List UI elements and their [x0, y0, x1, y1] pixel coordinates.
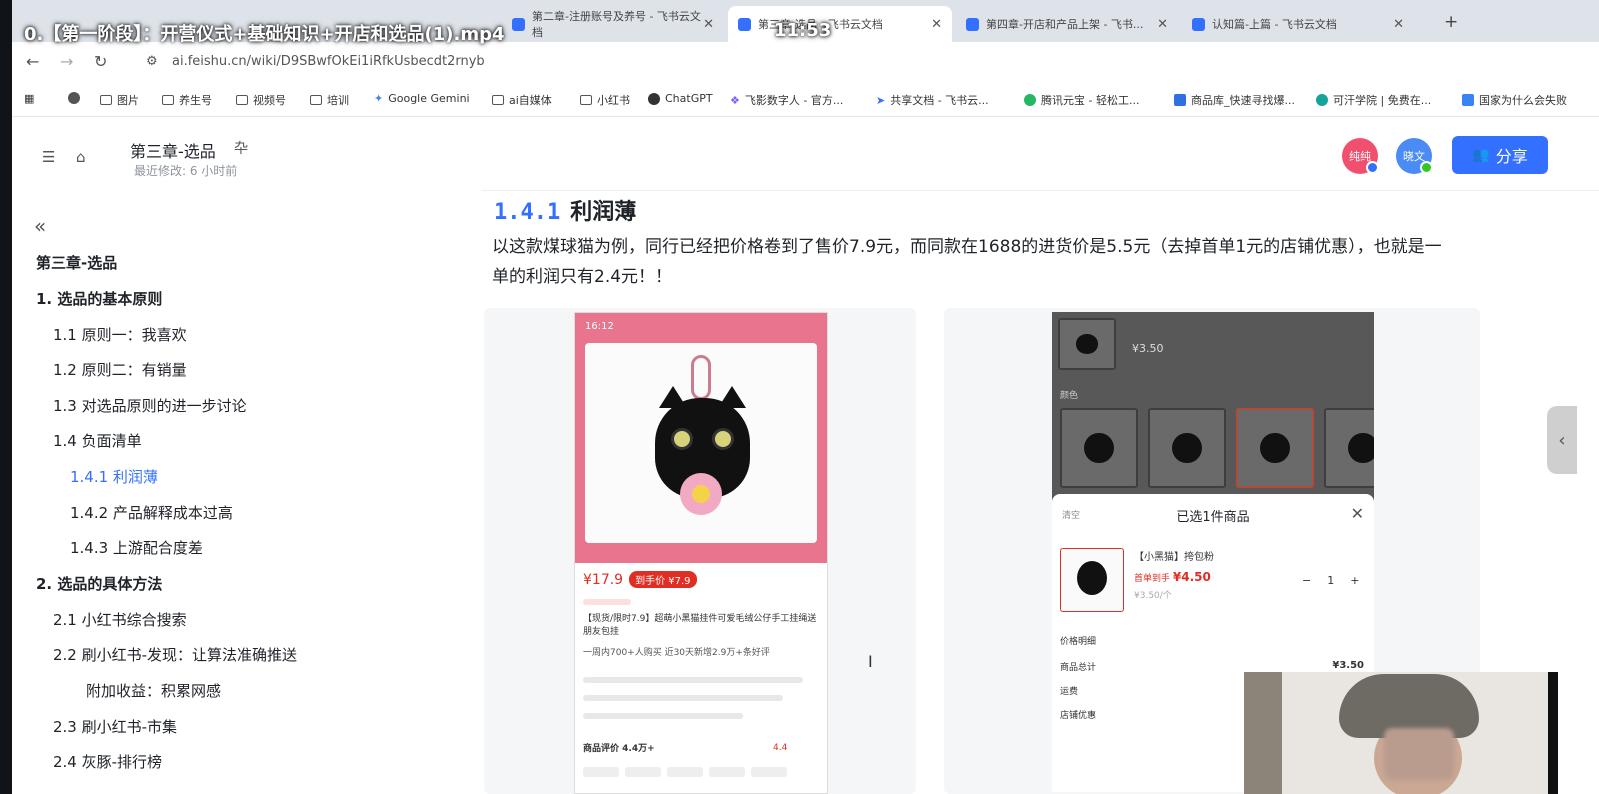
bookmark-link[interactable]: 商品库_快速寻找爆... [1174, 92, 1295, 108]
close-icon[interactable]: ✕ [703, 17, 714, 32]
folder-icon [236, 95, 248, 105]
toc-item[interactable]: 附加收益：积累网感 [86, 680, 221, 701]
feishu-doc-icon [1192, 17, 1205, 31]
toc-item[interactable]: 1.2 原则二：有销量 [53, 359, 187, 380]
close-icon: ✕ [1350, 504, 1364, 523]
bookmark-link[interactable]: ✦ Google Gemini [374, 92, 470, 105]
close-icon[interactable]: ✕ [931, 17, 942, 32]
webcam-overlay [1244, 672, 1558, 794]
close-icon[interactable]: ✕ [1393, 17, 1404, 32]
toc-item[interactable]: 第三章-选品 [36, 252, 117, 273]
toc-item[interactable]: 2.4 灰豚-排行榜 [53, 751, 162, 772]
expand-panel-button[interactable]: ‹ [1547, 406, 1577, 474]
new-tab-icon[interactable]: + [1444, 12, 1458, 32]
folder-icon [100, 95, 112, 105]
toc-item[interactable]: 1. 选品的基本原则 [36, 288, 162, 309]
bookmark-folder[interactable]: 培训 [310, 92, 349, 108]
last-modified: 最近修改: 6 小时前 [134, 164, 238, 178]
chevron-left-icon: ‹ [1558, 429, 1566, 451]
bookmark-link[interactable]: ❖ 飞影数字人 - 官方... [730, 92, 843, 108]
back-icon[interactable]: ← [26, 52, 39, 71]
khan-icon [1316, 94, 1328, 106]
outline-toggle-icon[interactable]: ☰ [42, 148, 55, 166]
bookmark-link[interactable]: 可汗学院 | 免费在... [1316, 92, 1431, 108]
bookmarks-bar: ▦ 图片 养生号 视频号 培训 ✦ Google Gemini ai自媒体 小红书… [12, 84, 1599, 117]
pin-icon[interactable]: 卆 [234, 138, 248, 158]
user-add-icon: 👥 [1472, 147, 1490, 163]
folder-icon [492, 95, 504, 105]
feishu-icon: ➤ [876, 93, 886, 107]
forward-icon[interactable]: → [60, 52, 73, 71]
price-row: ¥17.9 到手价 ¥7.9 [583, 571, 697, 588]
doc-header: ☰ ⌂ 第三章-选品 卆 最近修改: 6 小时前 纯纯 晓文 👥 分享 [12, 118, 1599, 191]
toc-item[interactable]: 1.3 对选品原则的进一步讨论 [53, 395, 247, 416]
bookmark-link[interactable]: ChatGPT [648, 92, 713, 105]
toc-item[interactable]: 1.1 原则一：我喜欢 [53, 324, 187, 345]
close-icon[interactable]: ✕ [1157, 17, 1168, 32]
product-screenshot[interactable]: 16:12 ¥17.9 到手价 ¥7.9 【现货/限时7.9】超萌小黑猫挂件可爱… [484, 308, 916, 794]
toc-item-active[interactable]: 1.4.1 利润薄 [70, 466, 158, 487]
apps-grid-icon[interactable]: ▦ [24, 92, 34, 105]
tab-chapter2[interactable]: 第二章-注册账号及养号 - 飞书云文档 ✕ [502, 6, 724, 42]
site-info-icon[interactable]: ⚙ [146, 54, 158, 69]
toc-item[interactable]: 1.4.2 产品解释成本过高 [70, 502, 233, 523]
tab-chapter4[interactable]: 第四章-开店和产品上架 - 飞书... ✕ [956, 6, 1178, 42]
address-bar: ← → ↻ ⚙ ai.feishu.cn/wiki/D9SBwfOkEi1iRf… [12, 42, 1599, 84]
bookmark-folder[interactable]: ai自媒体 [492, 92, 552, 108]
toc-item[interactable]: 2.3 刷小红书-市集 [53, 716, 177, 737]
minus-icon: − [1302, 574, 1312, 587]
toc-item[interactable]: 2.2 刷小红书-发现：让算法准确推送 [53, 644, 297, 665]
quantity-stepper: − 1 + [1302, 574, 1360, 587]
feishu-doc-icon [512, 17, 525, 31]
home-icon[interactable]: ⌂ [76, 148, 86, 166]
folder-icon [162, 95, 174, 105]
tab-chapter3[interactable]: 第三章-选品 - 飞书云文档 ✕ [728, 6, 952, 42]
bookmark-folder[interactable]: 养生号 [162, 92, 212, 108]
outline-sidebar: « 第三章-选品 1. 选品的基本原则 1.1 原则一：我喜欢 1.2 原则二：… [12, 190, 482, 794]
bookmark-link[interactable]: 腾讯元宝 - 轻松工... [1024, 92, 1139, 108]
avatar[interactable]: 晓文 [1396, 138, 1433, 174]
avatar[interactable]: 纯纯 [1342, 138, 1379, 174]
video-time: 11:53 [774, 20, 832, 41]
toc-item[interactable]: 2.1 小红书综合搜索 [53, 609, 187, 630]
feishu-doc-icon [966, 17, 979, 31]
share-button[interactable]: 👥 分享 [1452, 136, 1548, 174]
reload-icon[interactable]: ↻ [94, 52, 107, 71]
text-cursor-icon: I [868, 652, 873, 671]
feishu-doc-icon [738, 17, 751, 31]
section-heading: 1.4.1 利润薄 [494, 200, 637, 225]
tab-cognition[interactable]: 认知篇-上篇 - 飞书云文档 ✕ [1182, 6, 1414, 42]
product-page-image: 16:12 ¥17.9 到手价 ¥7.9 【现货/限时7.9】超萌小黑猫挂件可爱… [574, 312, 828, 794]
toc-item[interactable]: 1.4.3 上游配合度差 [70, 537, 203, 558]
bookmark-folder[interactable]: 小红书 [580, 92, 630, 108]
body-paragraph: 以这款煤球猫为例，同行已经把价格卷到了售价7.9元，而同款在1688的进货价是5… [492, 237, 1442, 287]
n-icon [1462, 94, 1474, 106]
folder-icon [310, 95, 322, 105]
url-field[interactable]: ai.feishu.cn/wiki/D9SBwfOkEi1iRfkUsbecdt… [172, 54, 485, 69]
doc-title[interactable]: 第三章-选品 [130, 138, 216, 162]
chatgpt-icon [648, 92, 660, 105]
toc-item[interactable]: 2. 选品的具体方法 [36, 573, 162, 594]
globe-icon[interactable] [68, 92, 85, 104]
collapse-sidebar-icon[interactable]: « [34, 214, 46, 238]
feiying-icon: ❖ [730, 93, 740, 107]
bookmark-link[interactable]: 国家为什么会失败 [1462, 92, 1567, 108]
folder-icon [580, 95, 592, 105]
yuanbao-icon [1024, 94, 1036, 106]
plus-icon: + [1350, 574, 1360, 587]
bookmark-folder[interactable]: 视频号 [236, 92, 286, 108]
bookmark-link[interactable]: ➤ 共享文档 - 飞书云... [876, 92, 989, 108]
bookmark-folder[interactable]: 图片 [100, 92, 139, 108]
product-lib-icon [1174, 94, 1186, 106]
gemini-icon: ✦ [374, 92, 384, 105]
video-title: 0.【第一阶段】：开营仪式+基础知识+开店和选品(1).mp4 [24, 24, 505, 45]
toc-item[interactable]: 1.4 负面清单 [53, 430, 142, 451]
